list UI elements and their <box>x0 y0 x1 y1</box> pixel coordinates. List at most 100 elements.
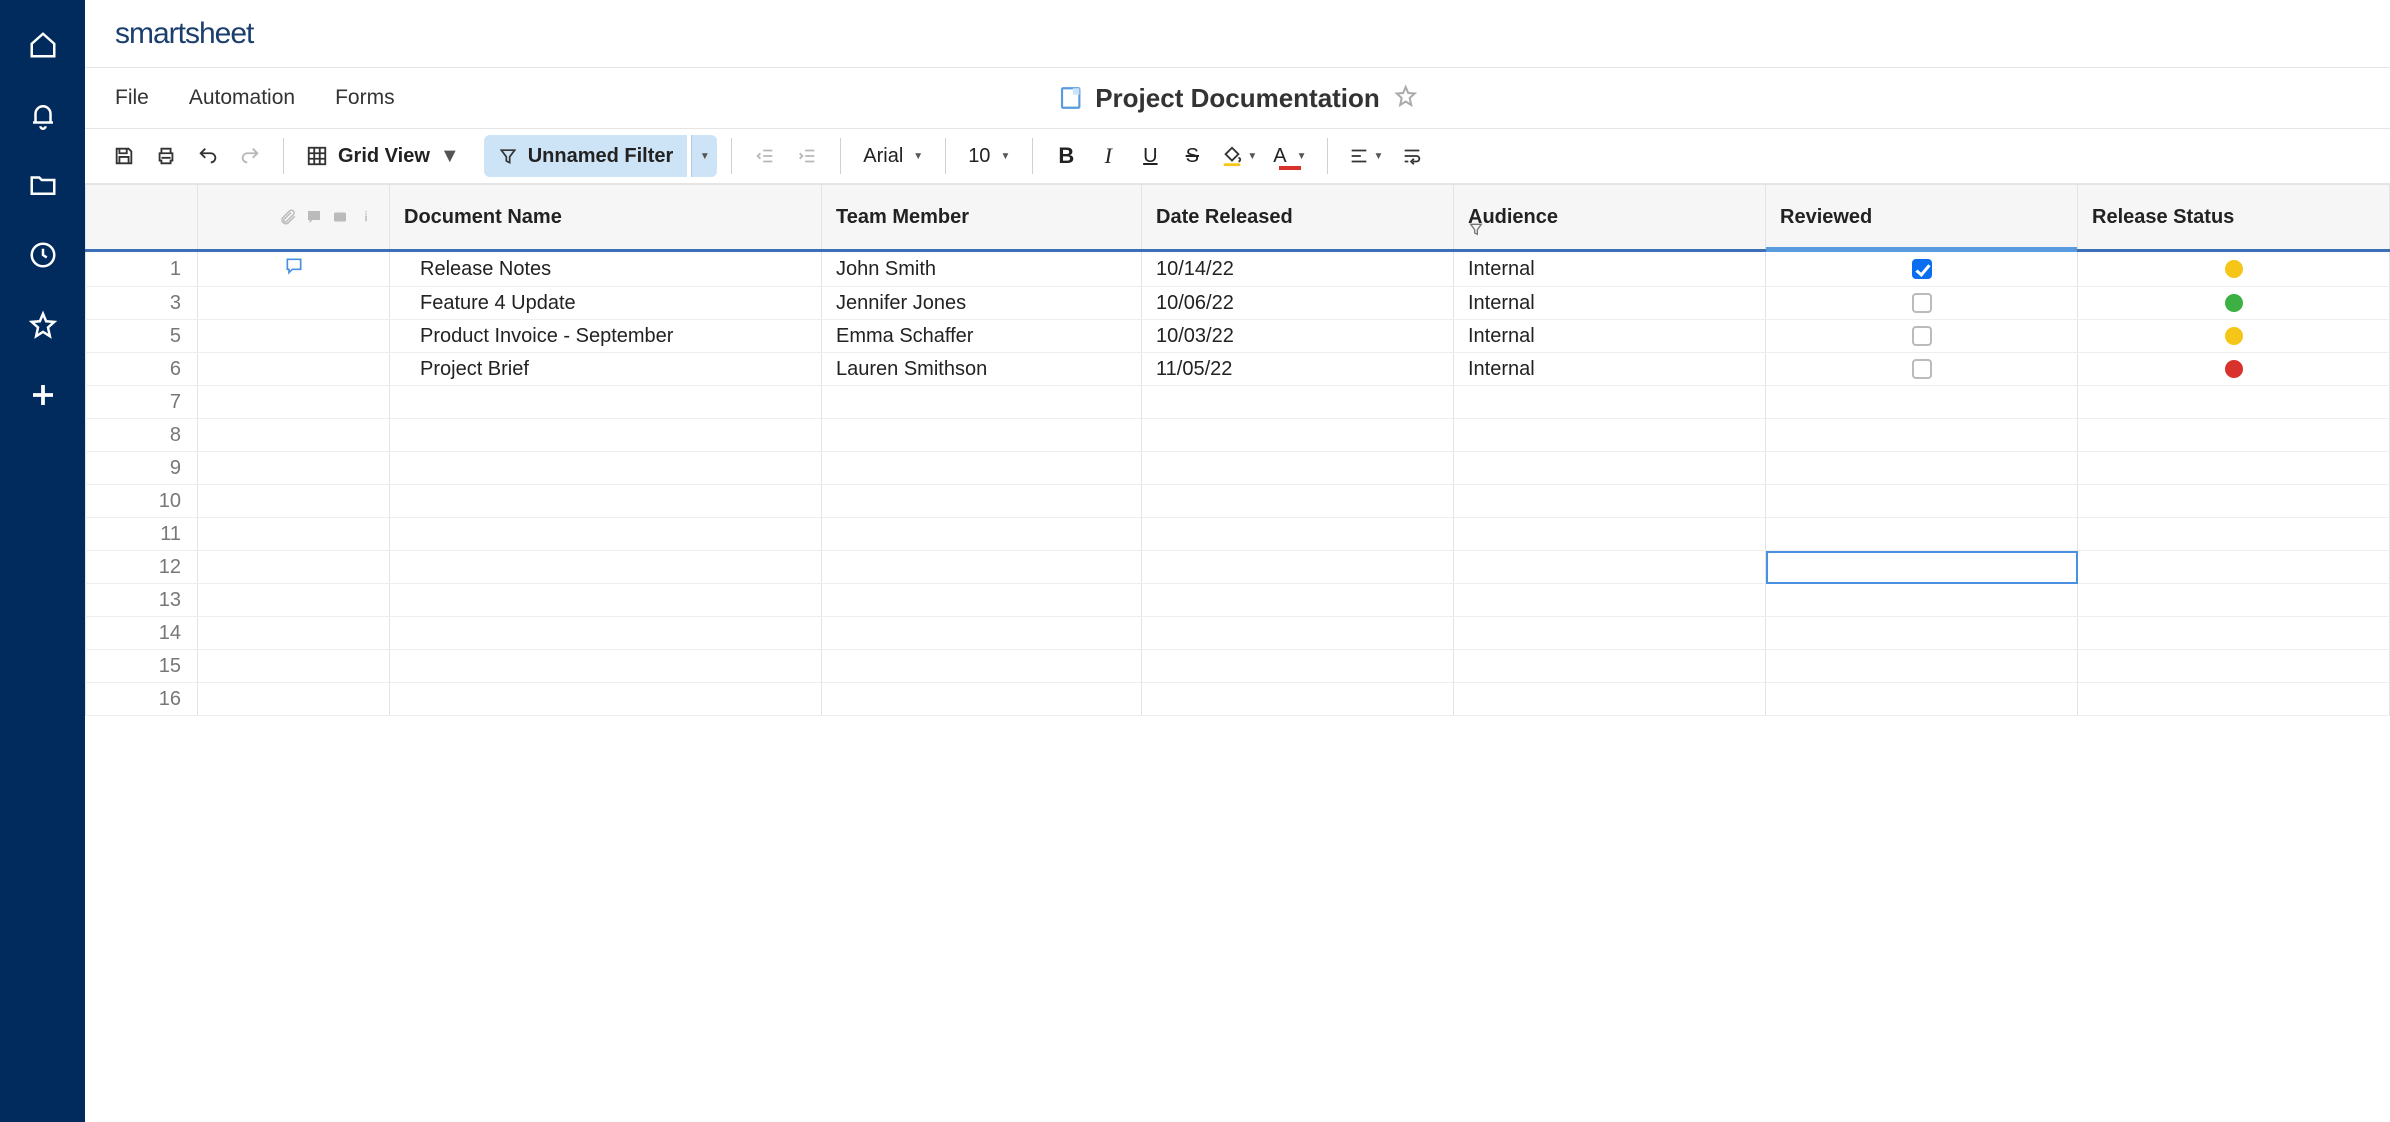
table-row[interactable]: 7 <box>86 386 2390 419</box>
cell-team-member[interactable] <box>822 617 1142 650</box>
cell-reviewed[interactable] <box>1766 419 2078 452</box>
favorite-star-icon[interactable] <box>1394 84 1418 113</box>
cell-audience[interactable] <box>1454 386 1766 419</box>
cell-document-name[interactable] <box>390 386 822 419</box>
reviewed-checkbox[interactable] <box>1912 259 1932 279</box>
menu-file[interactable]: File <box>115 86 149 110</box>
cell-reviewed[interactable] <box>1766 683 2078 716</box>
cell-release-status[interactable] <box>2078 683 2390 716</box>
row-number[interactable]: 11 <box>86 518 198 551</box>
cell-release-status[interactable] <box>2078 650 2390 683</box>
cell-date-released[interactable]: 10/14/22 <box>1142 251 1454 287</box>
cell-date-released[interactable] <box>1142 386 1454 419</box>
col-team-member[interactable]: Team Member <box>822 185 1142 251</box>
table-row[interactable]: 16 <box>86 683 2390 716</box>
document-title[interactable]: Project Documentation <box>1095 83 1380 114</box>
cell-document-name[interactable] <box>390 485 822 518</box>
cell-team-member[interactable] <box>822 485 1142 518</box>
cell-reviewed[interactable] <box>1766 353 2078 386</box>
cell-audience[interactable] <box>1454 551 1766 584</box>
cell-team-member[interactable] <box>822 584 1142 617</box>
cell-document-name[interactable]: Release Notes <box>390 251 822 287</box>
col-reviewed[interactable]: Reviewed <box>1766 185 2078 251</box>
table-row[interactable]: 1Release NotesJohn Smith10/14/22Internal <box>86 251 2390 287</box>
table-row[interactable]: 15 <box>86 650 2390 683</box>
wrap-icon[interactable] <box>1393 137 1431 175</box>
cell-audience[interactable] <box>1454 584 1766 617</box>
cell-reviewed[interactable] <box>1766 584 2078 617</box>
sheet-grid[interactable]: Document Name Team Member Date Released … <box>85 184 2390 1122</box>
cell-document-name[interactable] <box>390 683 822 716</box>
cell-audience[interactable]: Internal <box>1454 320 1766 353</box>
table-row[interactable]: 12 <box>86 551 2390 584</box>
row-number[interactable]: 5 <box>86 320 198 353</box>
row-number[interactable]: 7 <box>86 386 198 419</box>
row-gutter[interactable] <box>198 584 390 617</box>
table-row[interactable]: 14 <box>86 617 2390 650</box>
row-number[interactable]: 13 <box>86 584 198 617</box>
table-row[interactable]: 13 <box>86 584 2390 617</box>
cell-reviewed[interactable] <box>1766 386 2078 419</box>
comment-icon[interactable] <box>284 256 304 276</box>
row-number[interactable]: 15 <box>86 650 198 683</box>
underline-icon[interactable]: U <box>1131 137 1169 175</box>
col-document-name[interactable]: Document Name <box>390 185 822 251</box>
cell-reviewed[interactable] <box>1766 650 2078 683</box>
brand-logo[interactable]: smartsheet <box>115 17 253 51</box>
cell-reviewed[interactable] <box>1766 485 2078 518</box>
cell-date-released[interactable] <box>1142 551 1454 584</box>
cell-document-name[interactable] <box>390 452 822 485</box>
row-gutter[interactable] <box>198 452 390 485</box>
row-gutter[interactable] <box>198 386 390 419</box>
row-gutter[interactable] <box>198 518 390 551</box>
row-gutter[interactable] <box>198 251 390 287</box>
row-gutter[interactable] <box>198 485 390 518</box>
cell-release-status[interactable] <box>2078 353 2390 386</box>
cell-audience[interactable] <box>1454 452 1766 485</box>
cell-reviewed[interactable] <box>1766 617 2078 650</box>
table-row[interactable]: 10 <box>86 485 2390 518</box>
cell-document-name[interactable]: Feature 4 Update <box>390 287 822 320</box>
row-gutter[interactable] <box>198 320 390 353</box>
font-size-select[interactable]: 10 ▼ <box>960 145 1018 168</box>
row-number[interactable]: 14 <box>86 617 198 650</box>
cell-document-name[interactable] <box>390 650 822 683</box>
cell-release-status[interactable] <box>2078 452 2390 485</box>
font-select[interactable]: Arial ▼ <box>855 145 931 168</box>
align-icon[interactable]: ▼ <box>1342 137 1390 175</box>
cell-team-member[interactable] <box>822 452 1142 485</box>
cell-release-status[interactable] <box>2078 386 2390 419</box>
col-date-released[interactable]: Date Released <box>1142 185 1454 251</box>
cell-date-released[interactable]: 10/06/22 <box>1142 287 1454 320</box>
cell-team-member[interactable]: Jennifer Jones <box>822 287 1142 320</box>
col-release-status[interactable]: Release Status <box>2078 185 2390 251</box>
cell-document-name[interactable]: Project Brief <box>390 353 822 386</box>
menu-forms[interactable]: Forms <box>335 86 395 110</box>
cell-release-status[interactable] <box>2078 551 2390 584</box>
cell-reviewed[interactable] <box>1766 251 2078 287</box>
row-number[interactable]: 1 <box>86 251 198 287</box>
reviewed-checkbox[interactable] <box>1912 359 1932 379</box>
table-row[interactable]: 5 Product Invoice - SeptemberEmma Schaffe… <box>86 320 2390 353</box>
row-number[interactable]: 8 <box>86 419 198 452</box>
bold-icon[interactable]: B <box>1047 137 1085 175</box>
cell-date-released[interactable] <box>1142 419 1454 452</box>
folder-icon[interactable] <box>28 170 58 200</box>
cell-team-member[interactable]: Emma Schaffer <box>822 320 1142 353</box>
cell-document-name[interactable] <box>390 419 822 452</box>
row-gutter[interactable] <box>198 617 390 650</box>
row-number[interactable]: 16 <box>86 683 198 716</box>
cell-document-name[interactable]: Product Invoice - September <box>390 320 822 353</box>
recents-icon[interactable] <box>28 240 58 270</box>
fill-color-icon[interactable]: ▼ <box>1215 137 1263 175</box>
cell-date-released[interactable]: 11/05/22 <box>1142 353 1454 386</box>
cell-document-name[interactable] <box>390 584 822 617</box>
row-number[interactable]: 9 <box>86 452 198 485</box>
undo-icon[interactable] <box>189 137 227 175</box>
cell-team-member[interactable] <box>822 386 1142 419</box>
filter-dropdown[interactable]: ▼ <box>691 135 717 177</box>
add-icon[interactable] <box>28 380 58 410</box>
cell-audience[interactable]: Internal <box>1454 353 1766 386</box>
text-color-icon[interactable]: A ▼ <box>1267 137 1312 175</box>
row-gutter[interactable] <box>198 419 390 452</box>
